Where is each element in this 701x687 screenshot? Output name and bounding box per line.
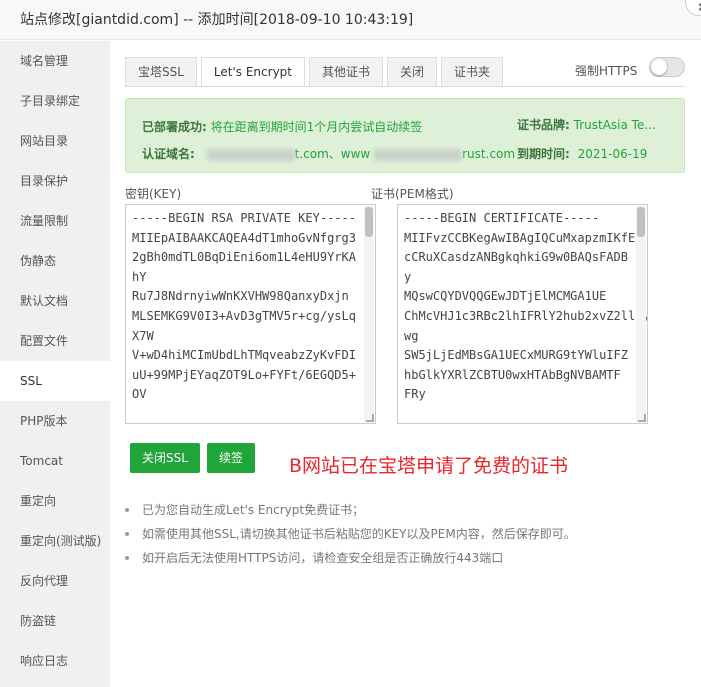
sidebar-item-redirect-beta[interactable]: 重定向(测试版)	[0, 521, 110, 561]
expire-date: 到期时间: 2021-06-19	[517, 145, 647, 162]
cert-textarea[interactable]: -----BEGIN CERTIFICATE----- MIIFvzCCBKeg…	[397, 204, 648, 424]
expire-date-value: 2021-06-19	[577, 147, 648, 161]
sidebar-item-rewrite[interactable]: 伪静态	[0, 241, 110, 281]
tab-close[interactable]: 关闭	[387, 57, 438, 87]
sidebar-item-dir-protection[interactable]: 目录保护	[0, 161, 110, 201]
deploy-status-label: 已部署成功:	[142, 120, 207, 134]
key-label: 密钥(KEY)	[125, 187, 182, 201]
cert-text: -----BEGIN CERTIFICATE----- MIIFvzCCBKeg…	[404, 211, 648, 402]
key-scrollbar[interactable]	[364, 206, 374, 422]
cert-scrollbar[interactable]	[636, 206, 646, 422]
key-textarea[interactable]: -----BEGIN RSA PRIVATE KEY----- MIIEpAIB…	[125, 204, 376, 424]
sidebar-item-reverse-proxy[interactable]: 反向代理	[0, 561, 110, 601]
tab-baota-ssl[interactable]: 宝塔SSL	[125, 57, 197, 87]
redacted-domain	[374, 148, 463, 161]
tab-lets-encrypt[interactable]: Let's Encrypt	[200, 57, 305, 87]
cert-label: 证书(PEM格式)	[371, 187, 454, 201]
sidebar: 域名管理 子目录绑定 网站目录 目录保护 流量限制 伪静态 默认文档 配置文件 …	[0, 41, 110, 687]
tab-other-cert[interactable]: 其他证书	[309, 57, 384, 87]
note-item: 已为您自动生成Let's Encrypt免费证书；	[125, 502, 685, 526]
toggle-knob	[651, 59, 667, 75]
resize-grip-icon[interactable]	[366, 414, 374, 422]
force-https-label: 强制HTTPS	[575, 64, 638, 78]
resize-grip-icon[interactable]	[638, 414, 646, 422]
sidebar-item-redirect[interactable]: 重定向	[0, 481, 110, 521]
help-notes: 已为您自动生成Let's Encrypt免费证书； 如需使用其他SSL,请切换其…	[125, 502, 685, 574]
expire-date-label: 到期时间:	[517, 147, 570, 161]
verified-domains-label: 认证域名:	[142, 147, 195, 161]
cert-scroll-thumb[interactable]	[637, 207, 645, 237]
sidebar-item-domain[interactable]: 域名管理	[0, 41, 110, 81]
window-title: 站点修改[giantdid.com] -- 添加时间[2018-09-10 10…	[0, 0, 701, 40]
redacted-domain	[206, 148, 295, 161]
tab-cert-folder[interactable]: 证书夹	[441, 57, 504, 87]
sidebar-item-ssl[interactable]: SSL	[0, 361, 110, 401]
sidebar-item-hotlink-protection[interactable]: 防盗链	[0, 601, 110, 641]
domain-part-2: rust.com	[462, 147, 516, 161]
domain-part-1: t.com、www	[294, 147, 371, 161]
key-text: -----BEGIN RSA PRIVATE KEY----- MIIEpAIB…	[132, 211, 356, 402]
tab-divider	[125, 86, 685, 87]
sidebar-item-tomcat[interactable]: Tomcat	[0, 441, 110, 481]
note-item: 如开启后无法使用HTTPS访问，请检查安全组是否正确放行443端口	[125, 550, 685, 574]
ssl-tabs: 宝塔SSL Let's Encrypt 其他证书 关闭 证书夹	[125, 57, 507, 87]
renew-button[interactable]: 续签	[207, 443, 256, 473]
sidebar-item-php-version[interactable]: PHP版本	[0, 401, 110, 441]
sidebar-item-default-doc[interactable]: 默认文档	[0, 281, 110, 321]
sidebar-item-traffic-limit[interactable]: 流量限制	[0, 201, 110, 241]
key-scroll-thumb[interactable]	[365, 207, 373, 237]
sidebar-item-config-file[interactable]: 配置文件	[0, 321, 110, 361]
annotation-text: B网站已在宝塔申请了免费的证书	[289, 455, 569, 477]
verified-domains: 认证域名: t.com、www rust.com	[142, 145, 515, 162]
cert-brand-value: TrustAsia Te...	[573, 118, 656, 132]
note-item: 如需使用其他SSL,请切换其他证书后粘贴您的KEY以及PEM内容，然后保存即可。	[125, 526, 685, 550]
cert-brand: 证书品牌: TrustAsia Te...	[517, 116, 656, 133]
deploy-status-text: 将在距离到期时间1个月内尝试自动续签	[210, 120, 423, 134]
close-ssl-button[interactable]: 关闭SSL	[130, 443, 200, 473]
deploy-status: 已部署成功: 将在距离到期时间1个月内尝试自动续签	[142, 118, 422, 135]
force-https-toggle[interactable]	[649, 57, 685, 77]
sidebar-item-subdir-binding[interactable]: 子目录绑定	[0, 81, 110, 121]
cert-brand-label: 证书品牌:	[517, 118, 570, 132]
sidebar-item-response-log[interactable]: 响应日志	[0, 641, 110, 681]
sidebar-item-site-directory[interactable]: 网站目录	[0, 121, 110, 161]
ssl-status-panel: 已部署成功: 将在距离到期时间1个月内尝试自动续签 认证域名: t.com、ww…	[125, 98, 685, 173]
